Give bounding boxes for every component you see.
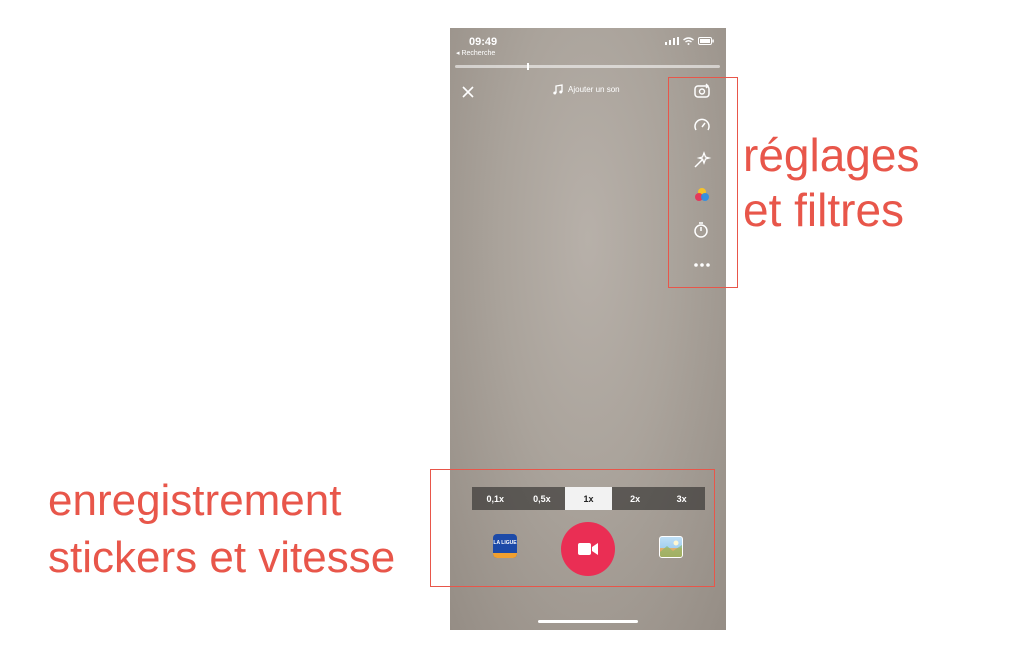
recording-progress: [455, 63, 720, 70]
close-icon: [462, 86, 474, 98]
annotation-left-line-1: enregistrement: [48, 476, 342, 525]
home-indicator: [538, 620, 638, 623]
settings-filters-annotation: réglages et filtres: [743, 132, 919, 233]
annotation-right-line-2: et filtres: [743, 184, 905, 236]
progress-marker: [527, 63, 529, 70]
signal-icon: [665, 37, 679, 45]
status-bar: 09:49 ◂ Recherche: [450, 28, 726, 70]
back-to-search-link[interactable]: ◂ Recherche: [456, 49, 495, 57]
status-time: 09:49: [469, 36, 498, 48]
system-icons: [665, 37, 714, 45]
wifi-icon: [683, 37, 694, 45]
bottom-controls-highlight-box: [430, 469, 715, 587]
annotation-left-line-2: stickers et vitesse: [48, 533, 396, 582]
tools-highlight-box: [668, 77, 738, 288]
close-button[interactable]: [460, 84, 476, 100]
battery-icon: [698, 37, 714, 45]
add-sound-button[interactable]: Ajouter un son: [552, 84, 620, 95]
recording-annotation: enregistrement stickers et vitesse: [48, 479, 395, 580]
annotation-right-line-1: réglages: [743, 129, 920, 181]
add-sound-label: Ajouter un son: [568, 85, 620, 94]
music-note-icon: [553, 84, 563, 95]
